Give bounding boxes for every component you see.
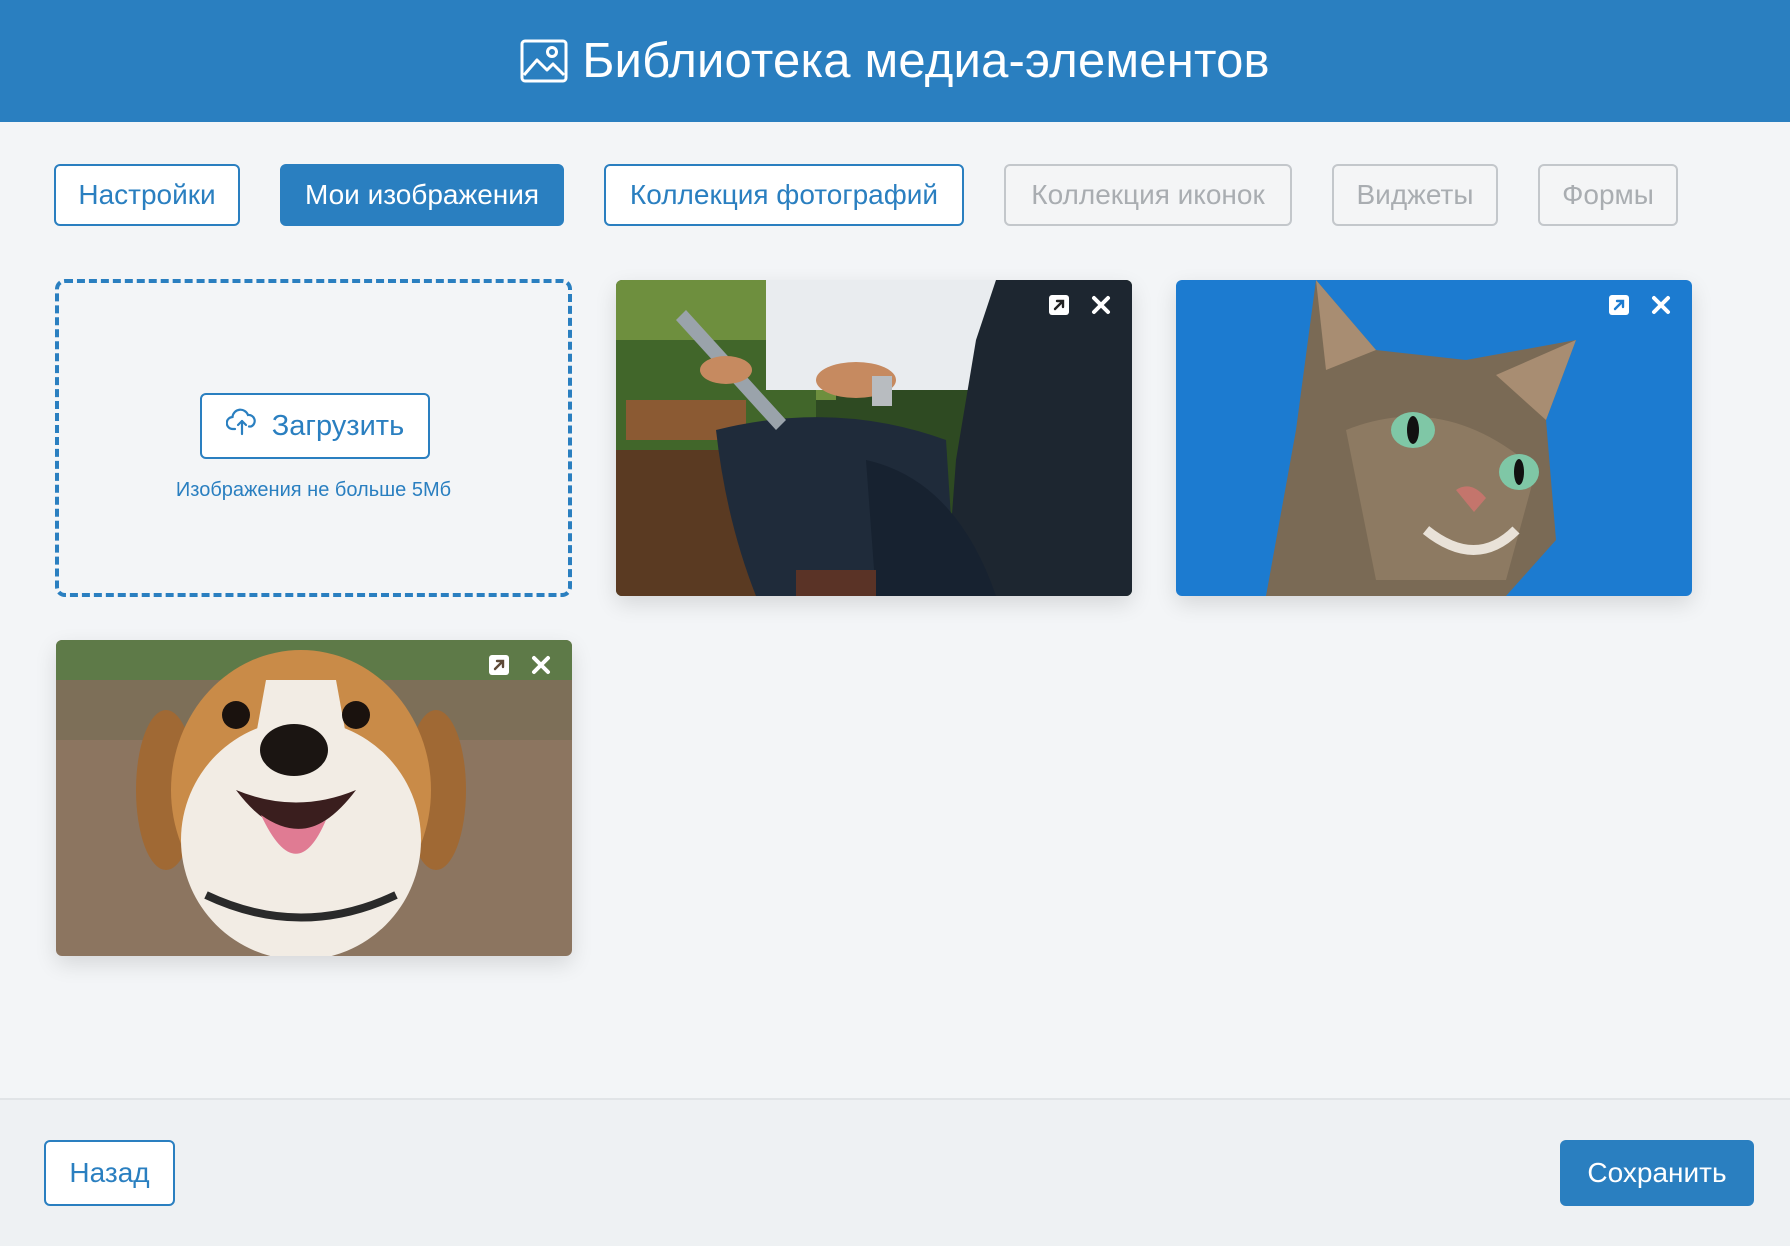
close-icon[interactable] bbox=[530, 654, 552, 676]
header-title-wrap: Библиотека медиа-элементов bbox=[520, 33, 1270, 89]
image-card-actions bbox=[1608, 294, 1672, 316]
page-title: Библиотека медиа-элементов bbox=[582, 34, 1270, 88]
cat-photo bbox=[1176, 280, 1692, 596]
dog-photo bbox=[56, 640, 572, 956]
cloud-upload-icon bbox=[225, 408, 258, 444]
business-photo bbox=[616, 280, 1132, 596]
back-button[interactable]: Назад bbox=[44, 1140, 175, 1206]
image-card-actions bbox=[488, 654, 552, 676]
tab-forms: Формы bbox=[1538, 164, 1678, 226]
tab-bar: Настройки Мои изображения Коллекция фото… bbox=[0, 164, 1790, 228]
save-button[interactable]: Сохранить bbox=[1560, 1140, 1754, 1206]
tab-my-images[interactable]: Мои изображения bbox=[280, 164, 564, 226]
expand-icon[interactable] bbox=[488, 654, 510, 676]
close-icon[interactable] bbox=[1090, 294, 1112, 316]
footer-bar: Назад Сохранить bbox=[0, 1098, 1790, 1246]
upload-button[interactable]: Загрузить bbox=[200, 393, 430, 459]
close-icon[interactable] bbox=[1650, 294, 1672, 316]
upload-dropzone[interactable]: Загрузить Изображения не больше 5Мб bbox=[55, 279, 572, 597]
upload-button-label: Загрузить bbox=[271, 409, 405, 442]
upload-size-hint: Изображения не больше 5Мб bbox=[175, 479, 452, 501]
image-card-cat[interactable] bbox=[1176, 280, 1692, 596]
tab-photo-collection[interactable]: Коллекция фотографий bbox=[604, 164, 964, 226]
tab-icon-collection: Коллекция иконок bbox=[1004, 164, 1292, 226]
image-icon bbox=[520, 39, 568, 83]
expand-icon[interactable] bbox=[1048, 294, 1070, 316]
image-card-dog[interactable] bbox=[56, 640, 572, 956]
image-card-business[interactable] bbox=[616, 280, 1132, 596]
image-card-actions bbox=[1048, 294, 1112, 316]
tab-settings[interactable]: Настройки bbox=[54, 164, 240, 226]
expand-icon[interactable] bbox=[1608, 294, 1630, 316]
tab-widgets: Виджеты bbox=[1332, 164, 1498, 226]
header-bar: Библиотека медиа-элементов bbox=[0, 0, 1790, 122]
